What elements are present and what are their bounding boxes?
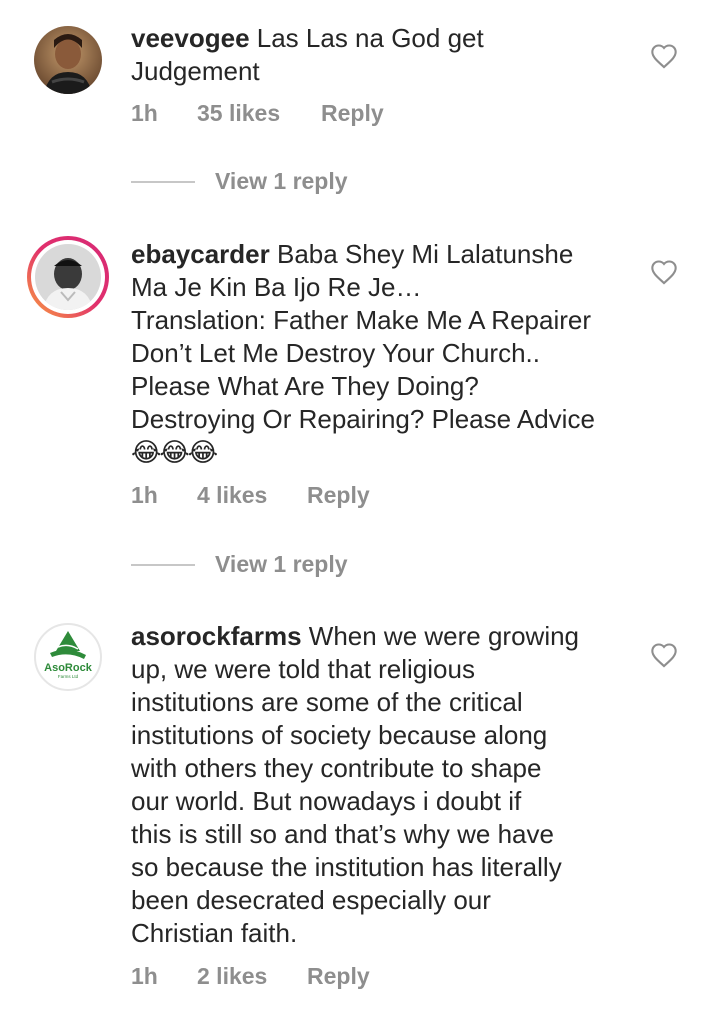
comment-text-line: Baba Shey Mi Lalatunshe bbox=[277, 239, 574, 269]
comment-text: ebaycarder Baba Shey Mi Lalatunshe Ma Je… bbox=[131, 238, 631, 469]
reply-button[interactable]: Reply bbox=[307, 963, 370, 990]
avatar-photo-icon bbox=[35, 244, 101, 310]
like-button[interactable] bbox=[650, 43, 680, 71]
username[interactable]: ebaycarder bbox=[131, 239, 270, 269]
comment-text-line: Las Las na God get bbox=[256, 23, 484, 53]
comment-text: asorockfarms When we were growing up, we… bbox=[131, 620, 631, 950]
comment-text-line: Ma Je Kin Ba Ijo Re Je… bbox=[131, 272, 422, 302]
like-count[interactable]: 4 likes bbox=[197, 482, 307, 509]
comment-text-line: with others they contribute to shape bbox=[131, 753, 542, 783]
heart-outline-icon bbox=[651, 260, 677, 285]
logo-text: AsoRock bbox=[44, 662, 93, 674]
view-replies-button[interactable]: View 1 reply bbox=[131, 168, 348, 195]
comment-text-line: Judgement bbox=[131, 56, 260, 86]
username[interactable]: veevogee bbox=[131, 23, 250, 53]
avatar-veevogee[interactable] bbox=[34, 26, 102, 94]
view-replies-label: View 1 reply bbox=[215, 168, 348, 194]
divider-line bbox=[131, 180, 195, 183]
reply-button[interactable]: Reply bbox=[307, 482, 370, 509]
comment-text-line: Translation: Father Make Me A Repairer bbox=[131, 305, 592, 335]
heart-outline-icon bbox=[651, 643, 677, 668]
comment-text-line: Please What Are They Doing? bbox=[131, 371, 479, 401]
comment-text-line: this is still so and that’s why we have bbox=[131, 819, 554, 849]
view-replies-button[interactable]: View 1 reply bbox=[131, 551, 348, 578]
comment-text: veevogee Las Las na God get Judgement bbox=[131, 22, 631, 88]
comment-text-line: Don’t Let Me Destroy Your Church.. bbox=[131, 338, 540, 368]
divider-line bbox=[131, 563, 195, 566]
comment-meta: 1h 4 likes Reply bbox=[131, 482, 370, 509]
reply-button[interactable]: Reply bbox=[321, 100, 384, 127]
comment-text-line: so because the institution has literally bbox=[131, 852, 562, 882]
comment-meta: 1h 35 likes Reply bbox=[131, 100, 384, 127]
comment-text-line: Christian faith. bbox=[131, 918, 298, 948]
comment-time: 1h bbox=[131, 100, 158, 126]
comment-text-line: institutions of society because along bbox=[131, 720, 548, 750]
asorock-logo-icon: AsoRock Farms Ltd bbox=[44, 631, 93, 679]
comment-text-line: our world. But nowadays i doubt if bbox=[131, 786, 522, 816]
comment-time: 1h bbox=[131, 963, 158, 989]
comment-text-line: up, we were told that religious bbox=[131, 654, 475, 684]
logo-subtext: Farms Ltd bbox=[58, 674, 79, 679]
like-button[interactable] bbox=[650, 642, 680, 670]
heart-outline-icon bbox=[651, 44, 677, 69]
emoji-laughing-icon: 😂😂😂 bbox=[131, 437, 218, 467]
avatar-ebaycarder[interactable] bbox=[27, 236, 109, 318]
comment-time: 1h bbox=[131, 482, 158, 508]
comment-text-line: institutions are some of the critical bbox=[131, 687, 523, 717]
comment-text-line: been desecrated especially our bbox=[131, 885, 491, 915]
avatar-asorockfarms[interactable]: AsoRock Farms Ltd bbox=[34, 623, 102, 691]
like-button[interactable] bbox=[650, 259, 680, 287]
username[interactable]: asorockfarms bbox=[131, 621, 302, 651]
comment-text-line: Destroying Or Repairing? Please Advice bbox=[131, 404, 595, 434]
comment-text-line: When we were growing bbox=[308, 621, 580, 651]
avatar-photo-icon bbox=[34, 26, 102, 94]
like-count[interactable]: 2 likes bbox=[197, 963, 307, 990]
like-count[interactable]: 35 likes bbox=[197, 100, 321, 127]
comment-meta: 1h 2 likes Reply bbox=[131, 963, 370, 990]
view-replies-label: View 1 reply bbox=[215, 551, 348, 577]
